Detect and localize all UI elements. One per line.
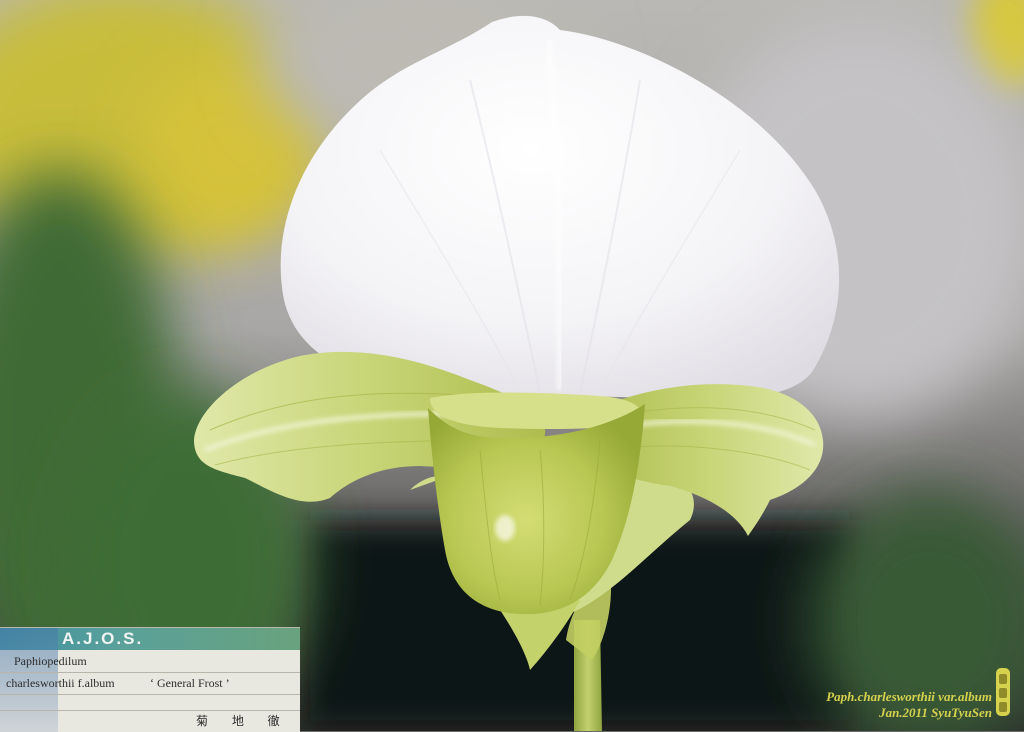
seal-stamp-icon [996, 668, 1010, 716]
tag-genus: Paphiopedilum [14, 654, 87, 668]
tag-species: charlesworthii f.album [6, 676, 115, 690]
caption-line-1: Paph.charlesworthii var.album [826, 689, 992, 704]
plant-label-tag: A.J.O.S. Paphiopedilum charlesworthii f.… [0, 627, 300, 732]
tag-header-text: A.J.O.S. [62, 629, 144, 648]
tag-rule [0, 694, 300, 695]
tag-rule [0, 672, 300, 673]
tag-rule [0, 710, 300, 711]
photo-caption: Paph.charlesworthii var.album Jan.2011 S… [826, 689, 992, 721]
photo-canvas [0, 0, 1024, 731]
caption-line-2: Jan.2011 SyuTyuSen [879, 705, 992, 720]
tag-owner: 菊 地 徹 [196, 714, 290, 728]
orchid-photo [0, 0, 1024, 731]
tag-cultivar: ‘ General Frost ’ [150, 676, 230, 690]
